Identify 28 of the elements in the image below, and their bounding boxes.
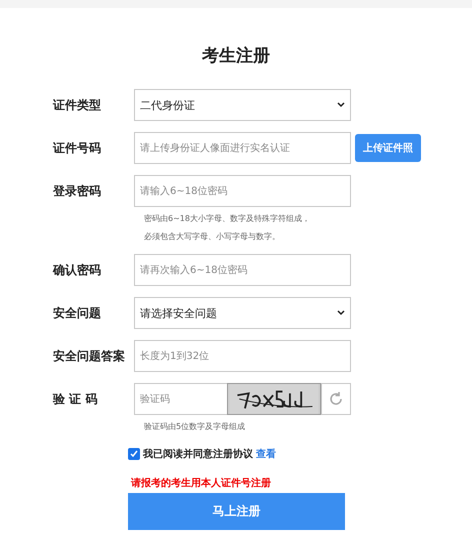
chevron-down-icon <box>337 310 345 316</box>
checkbox[interactable] <box>128 448 140 460</box>
input-field[interactable]: 请上传身份证人像面进行实名认证 <box>134 132 351 164</box>
field-label: 验 证 码 <box>53 390 98 408</box>
refresh-button[interactable] <box>321 383 351 415</box>
warning-text: 请报考的考生用本人证件号注册 <box>131 476 272 490</box>
hint-text: 密码由6~18大小字母、数字及特殊字符组成， <box>144 213 311 225</box>
view-link[interactable]: 查看 <box>256 447 276 461</box>
field-label: 安全问题 <box>53 304 102 322</box>
captcha-field[interactable]: 验证码 <box>134 383 227 415</box>
input-field[interactable]: 请输入6~18位密码 <box>134 175 351 207</box>
page-title: 考生注册 <box>201 45 271 67</box>
select-field[interactable]: 二代身份证 <box>134 89 351 121</box>
select-field[interactable]: 请选择安全问题 <box>134 297 351 329</box>
input-field[interactable]: 长度为1到32位 <box>134 340 351 372</box>
input-field[interactable]: 请再次输入6~18位密码 <box>134 254 351 286</box>
field-label: 证件号码 <box>53 140 102 156</box>
agreement-text: 我已阅读并同意注册协议 <box>143 447 253 461</box>
chevron-down-icon <box>337 102 345 108</box>
field-label: 确认密码 <box>53 262 102 278</box>
field-label: 安全问题答案 <box>53 348 126 364</box>
field-label: 证件类型 <box>53 96 102 114</box>
refresh-icon <box>328 391 344 407</box>
hint-text: 验证码由5位数字及字母组成 <box>144 421 246 433</box>
upload-button[interactable]: 上传证件照 <box>355 134 421 162</box>
hint-text: 必须包含大写字母、小写字母与数字。 <box>144 231 281 243</box>
register-button[interactable]: 马上注册 <box>128 493 345 530</box>
field-label: 登录密码 <box>53 182 102 200</box>
